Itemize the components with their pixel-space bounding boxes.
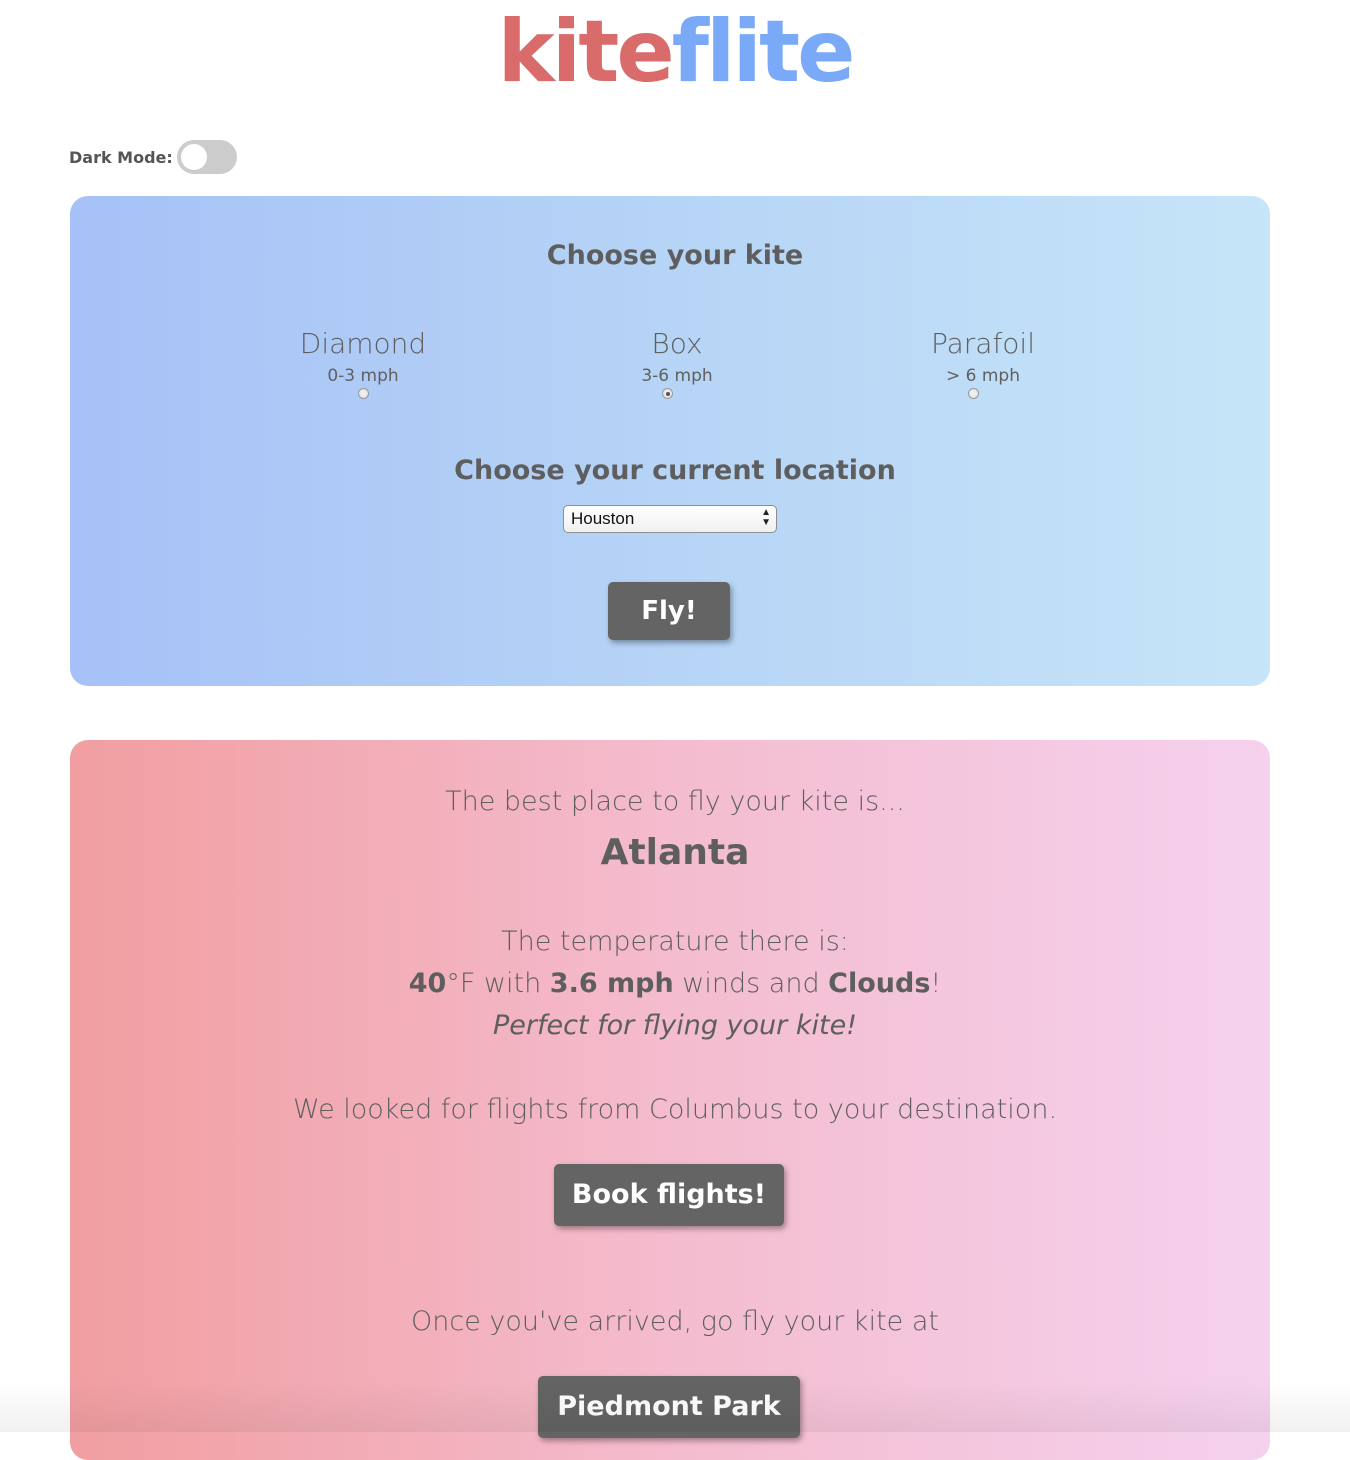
choose-location-heading: Choose your current location xyxy=(454,455,896,486)
arrival-text: Once you've arrived, go fly your kite at xyxy=(411,1306,939,1337)
dark-mode-toggle[interactable] xyxy=(176,140,237,174)
best-place-intro: The best place to fly your kite is... xyxy=(445,786,905,817)
kite-wind-range: 0-3 mph xyxy=(327,366,399,386)
park-button[interactable]: Piedmont Park xyxy=(538,1376,800,1438)
kite-option-parafoil: Parafoil > 6 mph xyxy=(873,326,1093,399)
dark-mode-label: Dark Mode: xyxy=(69,147,173,167)
verdict-text: Perfect for flying your kite! xyxy=(492,1010,858,1041)
best-city: Atlanta xyxy=(600,832,750,873)
location-select-value: Houston xyxy=(571,509,635,528)
temperature-unit: °F with xyxy=(446,968,550,999)
kite-wind-range: 3-6 mph xyxy=(641,366,713,386)
weather-summary: 40°F with 3.6 mph winds and Clouds! xyxy=(0,968,1350,999)
logo-flite-text: flite xyxy=(671,2,856,102)
diamond-radio[interactable] xyxy=(358,388,369,399)
kiteflite-logo: kiteflite xyxy=(0,2,1350,102)
exclaim-text: ! xyxy=(930,968,942,999)
kite-name: Parafoil xyxy=(930,327,1035,360)
dark-mode-control: Dark Mode: xyxy=(69,140,237,174)
location-select[interactable]: Houston ▲ ▼ xyxy=(563,505,777,533)
kite-name: Box xyxy=(651,327,703,360)
choose-kite-heading: Choose your kite xyxy=(546,240,804,271)
kite-wind-range: > 6 mph xyxy=(946,366,1020,386)
wind-speed: 3.6 mph xyxy=(549,968,674,999)
logo-kite-text: kite xyxy=(497,2,675,102)
flights-info-text: We looked for flights from Columbus to y… xyxy=(292,1094,1058,1125)
weather-condition: Clouds xyxy=(828,968,931,999)
kite-name: Diamond xyxy=(299,327,427,360)
book-flights-button[interactable]: Book flights! xyxy=(554,1164,784,1226)
temperature-intro: The temperature there is: xyxy=(501,926,849,957)
box-radio[interactable] xyxy=(662,388,673,399)
temperature-value: 40 xyxy=(408,968,447,999)
kite-option-diamond: Diamond 0-3 mph xyxy=(253,326,473,399)
kite-option-box: Box 3-6 mph xyxy=(567,326,787,399)
select-arrows-icon: ▲ ▼ xyxy=(761,507,771,528)
fly-button[interactable]: Fly! xyxy=(608,582,730,640)
winds-text: winds and xyxy=(673,968,829,999)
toggle-knob xyxy=(180,144,207,170)
parafoil-radio[interactable] xyxy=(968,388,979,399)
